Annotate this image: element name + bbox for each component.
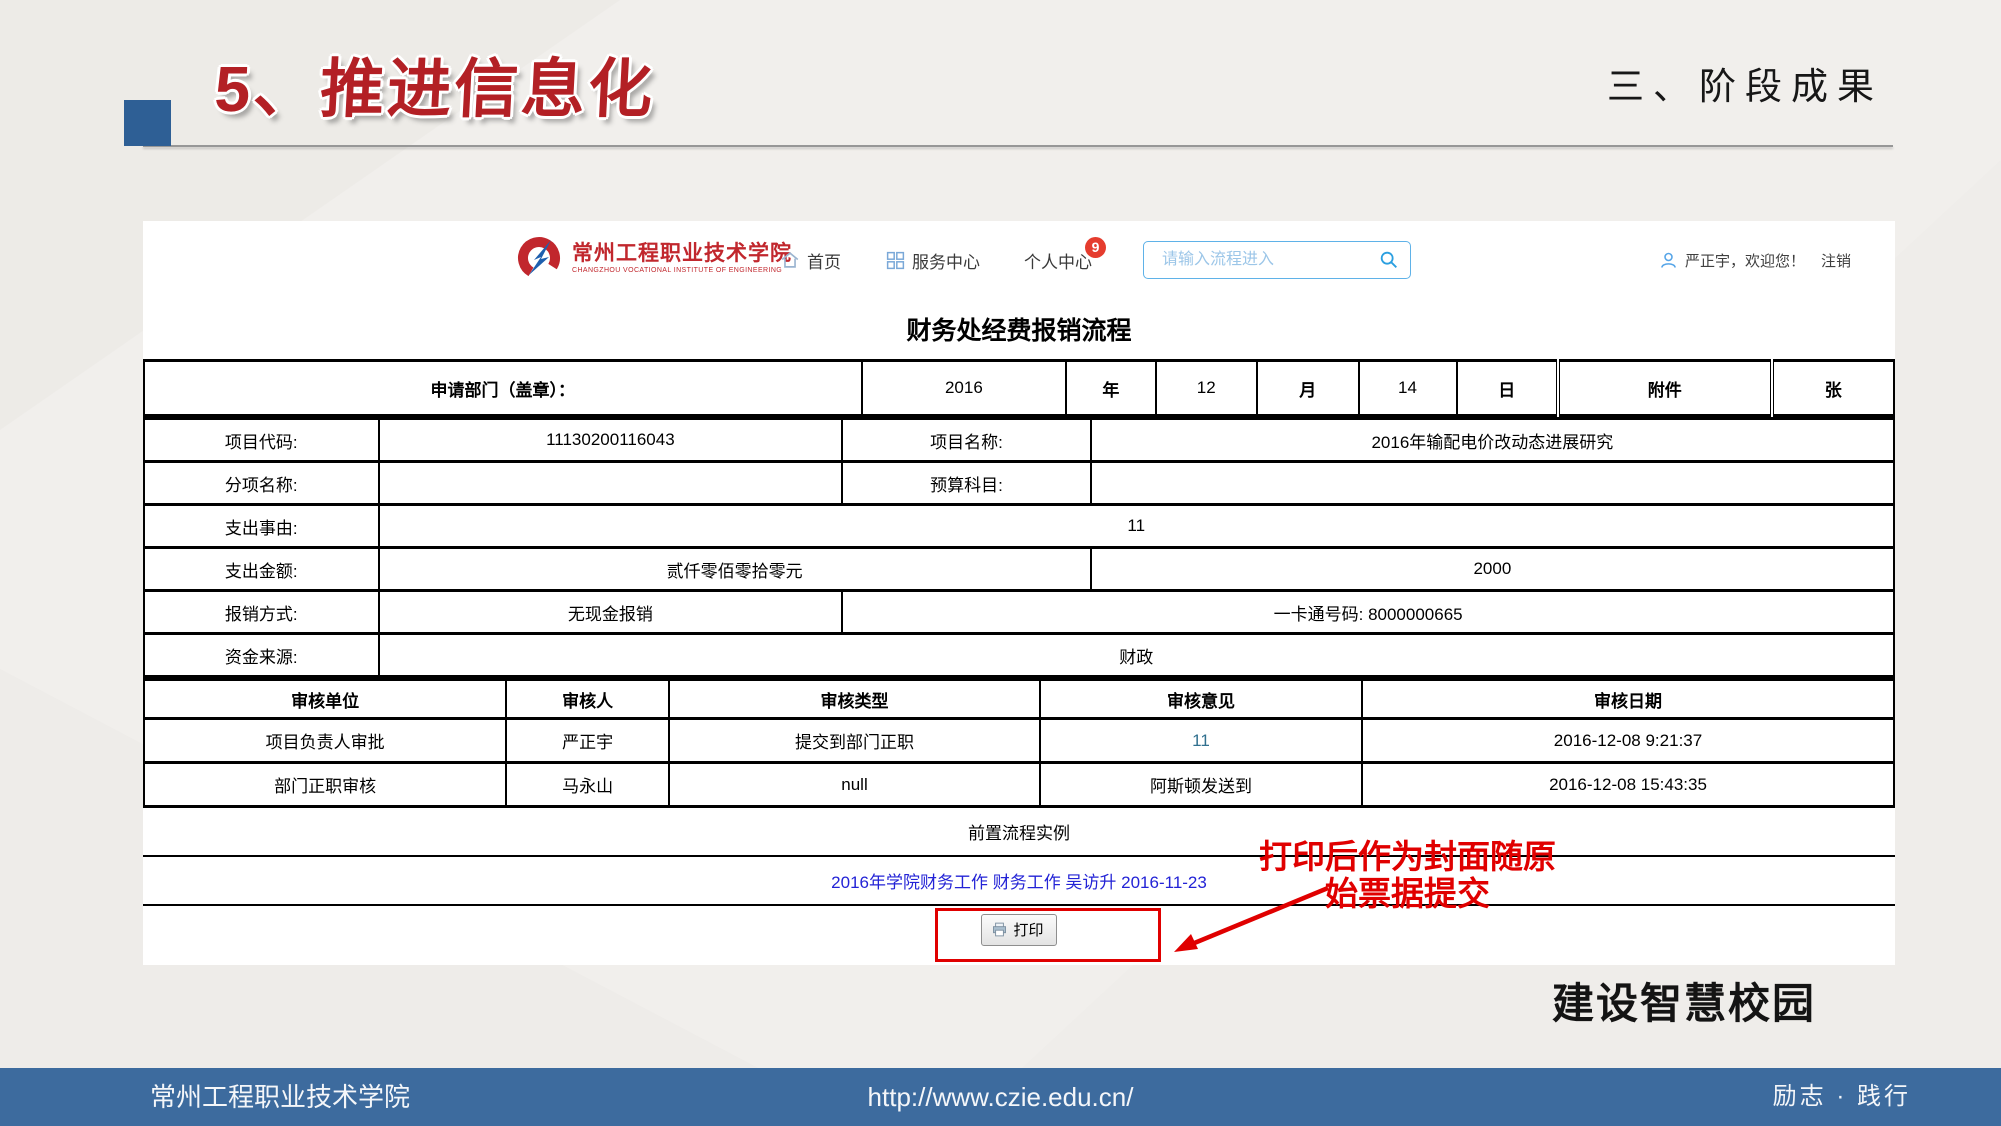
audit-row: 部门正职审核 马永山 null 阿斯顿发送到 2016-12-08 15:43:… [144, 763, 1894, 807]
audit-header-type: 审核类型 [669, 680, 1040, 719]
fund-cell: 财政 [379, 634, 1895, 677]
logo-mark-icon [515, 234, 563, 282]
method-cell: 无现金报销 [379, 591, 843, 634]
month-unit-cell: 月 [1257, 361, 1359, 416]
nav-services[interactable]: 服务中心 [885, 248, 980, 273]
slide-title: 5、推进信息化 [213, 38, 658, 130]
expense-reason-cell: 11 [379, 505, 1895, 548]
footer-motto: 励志 · 践行 [1773, 1068, 1911, 1126]
footer-school: 常州工程职业技术学院 [150, 1068, 410, 1126]
nav-services-label: 服务中心 [912, 248, 980, 273]
print-button[interactable]: 打印 [981, 914, 1056, 946]
site-logo[interactable]: 常州工程职业技术学院 CHANGZHOU VOCATIONAL INSTITUT… [515, 234, 792, 282]
print-row: 打印 [143, 906, 1895, 953]
day-unit-cell: 日 [1457, 361, 1559, 416]
sheets-unit-cell: 张 [1772, 361, 1895, 416]
search-icon[interactable] [1378, 249, 1400, 271]
nav-profile-label: 个人中心 [1024, 248, 1092, 273]
audit-cell-type: 提交到部门正职 [669, 719, 1040, 763]
audit-table: 审核单位 审核人 审核类型 审核意见 审核日期 项目负责人审批 严正宇 提交到部… [143, 678, 1895, 808]
caption-smart-campus: 建设智慧校园 [1552, 970, 1816, 1031]
nav-profile[interactable]: 个人中心 9 [1024, 248, 1092, 273]
title-underline [143, 145, 1893, 147]
section-label: 三、阶段成果 [1607, 56, 1883, 110]
logo-name: 常州工程职业技术学院 [572, 242, 792, 264]
date-table: 申请部门（盖章）： 2016 年 12 月 14 日 附件 张 [143, 359, 1895, 417]
form-tables: 申请部门（盖章）： 2016 年 12 月 14 日 附件 张 项目代码: [143, 359, 1895, 953]
audit-cell-opinion: 阿斯顿发送到 [1040, 763, 1362, 807]
audit-cell-person: 马永山 [506, 763, 669, 807]
audit-cell-date: 2016-12-08 15:43:35 [1362, 763, 1894, 807]
day-value-cell: 14 [1359, 361, 1457, 416]
person-icon [1658, 250, 1679, 271]
fund-label-cell: 资金来源: [144, 634, 379, 677]
method-label-cell: 报销方式: [144, 591, 379, 634]
audit-cell-person: 严正宇 [506, 719, 669, 763]
budget-value-cell [1091, 462, 1894, 505]
amount-num-cell: 2000 [1091, 548, 1894, 591]
audit-header-date: 审核日期 [1362, 680, 1894, 719]
blue-accent-square [124, 100, 171, 146]
project-name-cell: 2016年输配电价改动态进展研究 [1091, 419, 1894, 462]
footer-url: http://www.czie.edu.cn/ [868, 1068, 1134, 1126]
apply-dept-cell: 申请部门（盖章）： [144, 361, 862, 416]
subitem-value-cell [379, 462, 843, 505]
attachment-label-cell: 附件 [1558, 361, 1772, 416]
info-table: 项目代码: 11130200116043 项目名称: 2016年输配电价改动态进… [143, 417, 1895, 678]
logo-text: 常州工程职业技术学院 CHANGZHOU VOCATIONAL INSTITUT… [572, 242, 792, 274]
webpage-card: 常州工程职业技术学院 CHANGZHOU VOCATIONAL INSTITUT… [143, 221, 1895, 965]
audit-cell-type: null [669, 763, 1040, 807]
audit-cell-date: 2016-12-08 9:21:37 [1362, 719, 1894, 763]
audit-header-unit: 审核单位 [144, 680, 506, 719]
notification-badge: 9 [1085, 237, 1106, 258]
pre-process-link-row: 2016年学院财务工作 财务工作 吴访升 2016-11-23 [143, 857, 1895, 906]
year-value-cell: 2016 [862, 361, 1067, 416]
nav-home[interactable]: 首页 [779, 248, 841, 273]
subitem-label-cell: 分项名称: [144, 462, 379, 505]
user-greeting: 严正宇，欢迎您！ [1685, 250, 1805, 271]
user-area: 严正宇，欢迎您！ 注销 [1658, 221, 1851, 299]
audit-cell-unit: 项目负责人审批 [144, 719, 506, 763]
year-unit-cell: 年 [1066, 361, 1155, 416]
project-code-cell: 11130200116043 [379, 419, 843, 462]
annotation-arrow [1150, 878, 1345, 968]
printer-icon [991, 921, 1008, 938]
audit-header-opinion: 审核意见 [1040, 680, 1362, 719]
annotation-line1: 打印后作为封面随原 [1235, 838, 1580, 875]
budget-label-cell: 预算科目: [842, 462, 1091, 505]
audit-cell-opinion: 11 [1040, 719, 1362, 763]
main-nav: 首页 服务中心 个人中心 9 [779, 221, 1092, 299]
site-header: 常州工程职业技术学院 CHANGZHOU VOCATIONAL INSTITUT… [143, 221, 1895, 299]
amount-cn-cell: 贰仟零佰零拾零元 [379, 548, 1091, 591]
pre-process-label: 前置流程实例 [968, 819, 1070, 844]
audit-row: 项目负责人审批 严正宇 提交到部门正职 11 2016-12-08 9:21:3… [144, 719, 1894, 763]
search-box [1143, 241, 1411, 279]
logo-subtitle: CHANGZHOU VOCATIONAL INSTITUTE OF ENGINE… [572, 267, 792, 274]
search-input[interactable] [1144, 250, 1378, 270]
form-title: 财务处经费报销流程 [143, 311, 1895, 345]
expense-reason-label-cell: 支出事由: [144, 505, 379, 548]
grid-icon [885, 250, 906, 271]
audit-header-person: 审核人 [506, 680, 669, 719]
audit-cell-unit: 部门正职审核 [144, 763, 506, 807]
footer-bar: 常州工程职业技术学院 http://www.czie.edu.cn/ 励志 · … [0, 1068, 2001, 1126]
logout-link[interactable]: 注销 [1821, 250, 1851, 271]
month-value-cell: 12 [1156, 361, 1258, 416]
amount-label-cell: 支出金额: [144, 548, 379, 591]
slide: 5、推进信息化 三、阶段成果 常州工程职业技术学院 CHANGZHOU VOCA… [0, 0, 2001, 1126]
nav-home-label: 首页 [807, 248, 841, 273]
card-no-cell: 一卡通号码: 8000000665 [842, 591, 1894, 634]
print-button-label: 打印 [1013, 919, 1043, 940]
project-code-label-cell: 项目代码: [144, 419, 379, 462]
home-icon [779, 249, 801, 271]
pre-process-row: 前置流程实例 [143, 808, 1895, 857]
project-name-label-cell: 项目名称: [842, 419, 1091, 462]
